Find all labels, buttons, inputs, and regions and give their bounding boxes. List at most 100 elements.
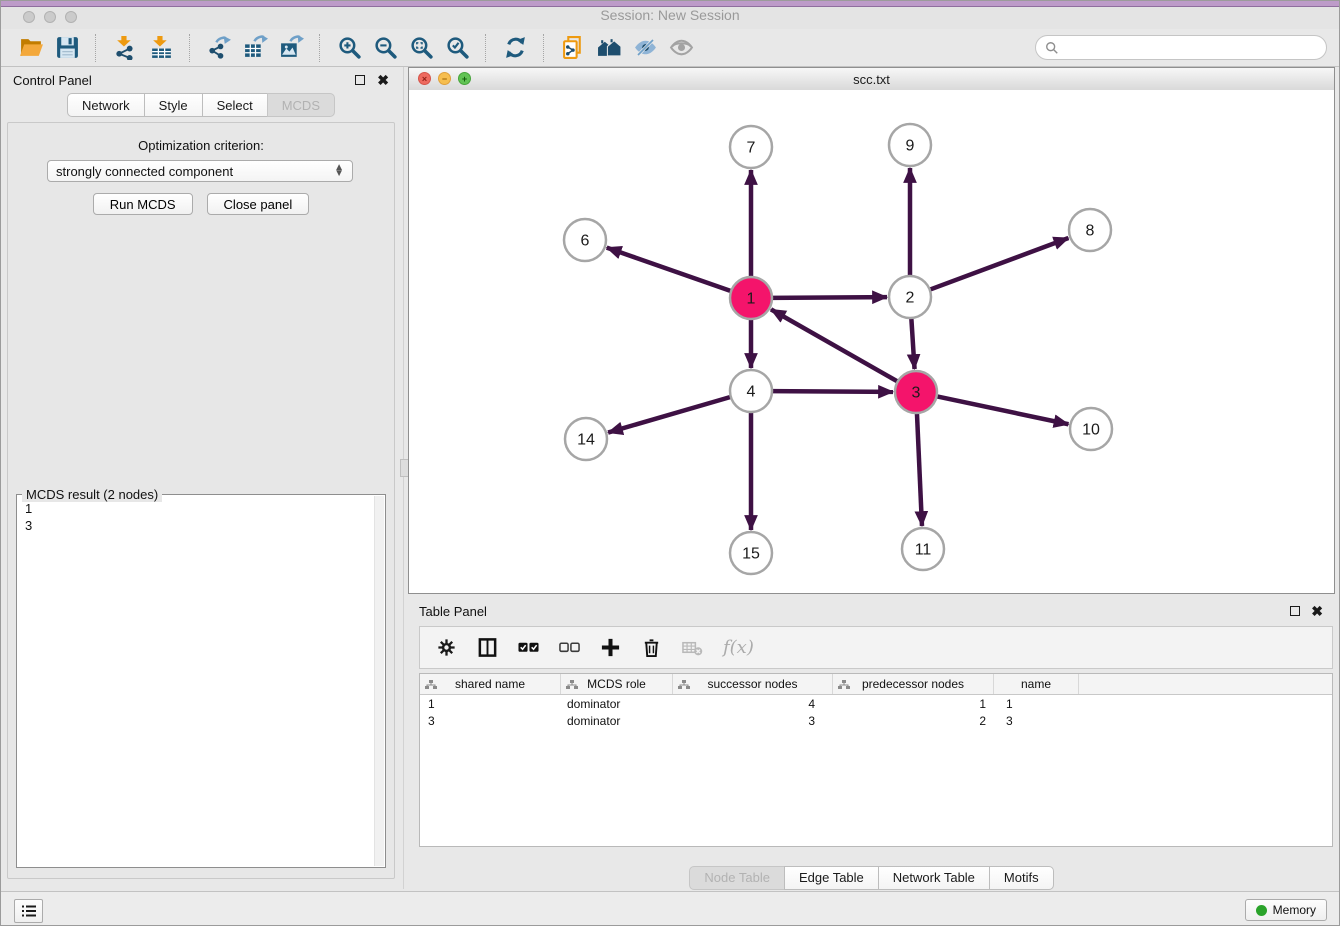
tab-style[interactable]: Style <box>144 93 203 117</box>
control-panel-tabs: NetworkStyleSelectMCDS <box>1 93 401 117</box>
node-table[interactable]: shared name MCDS role successor nodes prede… <box>419 673 1333 847</box>
node-label: 7 <box>747 140 756 157</box>
graph-node-3[interactable]: 3 <box>895 371 937 413</box>
table-settings-icon <box>436 637 457 658</box>
tab-motifs[interactable]: Motifs <box>989 866 1054 890</box>
edge-1-2[interactable] <box>772 297 887 298</box>
graph-node-7[interactable]: 7 <box>730 126 772 168</box>
tab-network[interactable]: Network <box>67 93 145 117</box>
edge-2-3[interactable] <box>911 318 914 369</box>
zoom-selected-button[interactable] <box>439 32 475 64</box>
node-label: 10 <box>1082 422 1100 439</box>
result-scrollbar[interactable] <box>374 496 384 866</box>
add-column-button[interactable] <box>600 635 621 661</box>
refresh-button[interactable] <box>497 32 533 64</box>
edge-3-11[interactable] <box>917 413 922 526</box>
graph-node-4[interactable]: 4 <box>730 370 772 412</box>
cell-successor-nodes: 3 <box>673 714 833 728</box>
delete-column-button[interactable] <box>641 635 662 661</box>
tab-select[interactable]: Select <box>202 93 268 117</box>
panel-splitter[interactable] <box>403 67 404 889</box>
node-label: 14 <box>577 432 595 449</box>
edge-2-8[interactable] <box>930 238 1069 290</box>
zoom-in-button[interactable] <box>331 32 367 64</box>
export-network-button[interactable] <box>201 32 237 64</box>
column-label: predecessor nodes <box>862 677 964 691</box>
graph-node-14[interactable]: 14 <box>565 418 607 460</box>
tab-node-table[interactable]: Node Table <box>689 866 785 890</box>
run-mcds-button[interactable]: Run MCDS <box>93 193 193 215</box>
close-table-panel-icon[interactable]: ✖ <box>1311 606 1323 616</box>
import-table-button[interactable] <box>143 32 179 64</box>
close-panel-icon[interactable]: ✖ <box>377 75 389 85</box>
tab-edge-table[interactable]: Edge Table <box>784 866 879 890</box>
zoom-out-button[interactable] <box>367 32 403 64</box>
column-header-successor-nodes[interactable]: successor nodes <box>673 674 833 694</box>
function-builder-icon: f(x) <box>723 637 754 658</box>
column-header-shared-name[interactable]: shared name <box>420 674 561 694</box>
edge-4-14[interactable] <box>608 397 731 433</box>
app-window-title: Session: New Session <box>1 7 1339 23</box>
edge-3-1[interactable] <box>771 309 898 381</box>
edge-1-6[interactable] <box>607 248 731 291</box>
table-row[interactable]: 1dominator411 <box>420 695 1332 712</box>
float-table-panel-icon[interactable] <box>1290 606 1300 616</box>
network-canvas[interactable]: 7 9 6 8 1 2 4 3 14 10 15 11 <box>409 90 1334 593</box>
delete-table-button <box>682 635 703 661</box>
node-label: 2 <box>906 290 915 307</box>
export-table-button[interactable] <box>237 32 273 64</box>
graph-node-9[interactable]: 9 <box>889 124 931 166</box>
search-box[interactable] <box>1035 35 1327 60</box>
save-session-icon <box>55 35 80 60</box>
show-all-columns-button[interactable] <box>518 635 539 661</box>
graph-node-8[interactable]: 8 <box>1069 209 1111 251</box>
home-button[interactable] <box>591 32 627 64</box>
column-label: successor nodes <box>707 677 797 691</box>
optimization-criterion-dropdown[interactable]: strongly connected component ▲▼ <box>47 160 353 182</box>
import-table-icon <box>149 35 174 60</box>
node-label: 9 <box>906 138 915 155</box>
list-icon <box>21 904 37 918</box>
tab-network-table[interactable]: Network Table <box>878 866 990 890</box>
close-panel-button[interactable]: Close panel <box>207 193 310 215</box>
column-label: shared name <box>455 677 525 691</box>
network-window-traffic-lights: ×−+ <box>418 72 471 85</box>
graph-node-2[interactable]: 2 <box>889 276 931 318</box>
edge-4-3[interactable] <box>772 391 893 392</box>
table-settings-button[interactable] <box>436 635 457 661</box>
preview-eye-button[interactable] <box>663 32 699 64</box>
minimize-view-icon[interactable]: − <box>438 72 451 85</box>
zoom-fit-button[interactable] <box>403 32 439 64</box>
split-columns-button[interactable] <box>477 635 498 661</box>
table-toolbar: f(x) <box>419 626 1333 669</box>
graph-node-15[interactable]: 15 <box>730 532 772 574</box>
toolbar-separator <box>189 34 191 62</box>
zoom-view-icon[interactable]: + <box>458 72 471 85</box>
export-image-button[interactable] <box>273 32 309 64</box>
open-session-button[interactable] <box>13 32 49 64</box>
memory-button[interactable]: Memory <box>1245 899 1327 921</box>
column-header-predecessor-nodes[interactable]: predecessor nodes <box>833 674 994 694</box>
hide-columns-button[interactable] <box>559 635 580 661</box>
save-session-button[interactable] <box>49 32 85 64</box>
column-header-MCDS-role[interactable]: MCDS role <box>561 674 673 694</box>
tab-mcds[interactable]: MCDS <box>267 93 335 117</box>
edge-3-10[interactable] <box>937 396 1069 424</box>
search-input[interactable] <box>1064 39 1317 56</box>
zoom-fit-icon <box>409 35 434 60</box>
close-view-icon[interactable]: × <box>418 72 431 85</box>
import-network-button[interactable] <box>107 32 143 64</box>
clone-network-icon <box>561 35 586 60</box>
graph-node-11[interactable]: 11 <box>902 528 944 570</box>
float-panel-icon[interactable] <box>355 75 365 85</box>
clone-network-button[interactable] <box>555 32 591 64</box>
table-row[interactable]: 3dominator323 <box>420 712 1332 729</box>
toggle-visibility-button[interactable] <box>627 32 663 64</box>
network-window-titlebar[interactable]: ×−+ scc.txt <box>409 68 1334 91</box>
task-history-button[interactable] <box>14 899 43 923</box>
graph-node-10[interactable]: 10 <box>1070 408 1112 450</box>
split-columns-icon <box>477 637 498 658</box>
graph-node-1[interactable]: 1 <box>730 277 772 319</box>
graph-node-6[interactable]: 6 <box>564 219 606 261</box>
column-header-name[interactable]: name <box>994 674 1079 694</box>
